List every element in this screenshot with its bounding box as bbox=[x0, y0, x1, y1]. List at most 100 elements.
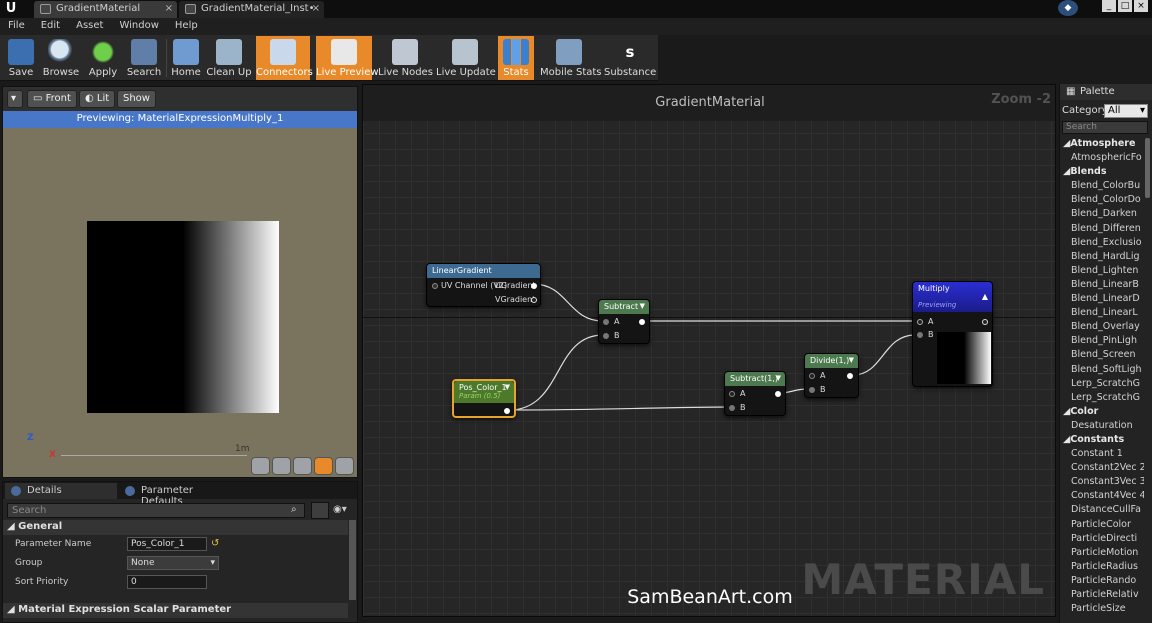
palette-scrollbar[interactable] bbox=[1145, 138, 1150, 198]
palette-item[interactable]: Blend_PinLigh bbox=[1060, 335, 1144, 349]
output-pin[interactable] bbox=[982, 319, 988, 325]
palette-item[interactable]: Blend_Overlay bbox=[1060, 321, 1144, 335]
category-combo[interactable]: All ▾ bbox=[1104, 104, 1148, 118]
close-tab-icon[interactable]: × bbox=[312, 3, 320, 14]
close-tab-icon[interactable]: × bbox=[165, 3, 173, 14]
visibility-eye-icon[interactable]: ◉▾ bbox=[333, 504, 347, 515]
maximize-icon[interactable]: □ bbox=[1118, 0, 1132, 12]
palette-item[interactable]: Blend_Exclusio bbox=[1060, 237, 1144, 251]
palette-item[interactable]: ParticleColor bbox=[1060, 519, 1144, 533]
sort-priority-field[interactable]: 0 bbox=[127, 575, 207, 589]
palette-item[interactable]: ParticleSize bbox=[1060, 603, 1144, 617]
collapse-arrow-icon[interactable]: ▼ bbox=[505, 383, 510, 391]
palette-item[interactable]: Blend_ColorBu bbox=[1060, 180, 1144, 194]
preview-viewport[interactable]: ▾ ▭ Front ◐ Lit Show Previewing: Materia… bbox=[2, 86, 358, 478]
live-nodes-button[interactable]: Live Nodes bbox=[378, 36, 433, 80]
output-pin[interactable] bbox=[531, 283, 537, 289]
search-button[interactable]: Search bbox=[126, 36, 162, 80]
tab-parameter-defaults[interactable]: Parameter Defaults bbox=[119, 483, 231, 507]
subtract-node[interactable]: Subtract ▼ A B bbox=[598, 299, 650, 344]
palette-item[interactable]: Constant2Vec 2 bbox=[1060, 462, 1144, 476]
divide-one-node[interactable]: Divide(1,) ▼ A B bbox=[804, 353, 859, 398]
plane-mesh-icon[interactable] bbox=[293, 457, 312, 475]
input-pin-b[interactable] bbox=[809, 387, 815, 393]
palette-category[interactable]: ◢Color bbox=[1060, 406, 1144, 420]
mobile-stats-button[interactable]: Mobile Stats bbox=[540, 36, 602, 80]
minimize-icon[interactable]: _ bbox=[1102, 0, 1116, 12]
linear-gradient-node[interactable]: LinearGradient UV Channel (V2) UGradient… bbox=[426, 263, 541, 307]
palette-item[interactable]: Constant 1 bbox=[1060, 448, 1144, 462]
menu-edit[interactable]: Edit bbox=[33, 18, 68, 35]
menu-help[interactable]: Help bbox=[167, 18, 206, 35]
stats-button[interactable]: Stats bbox=[498, 36, 534, 80]
palette-category[interactable]: ◢Blends bbox=[1060, 166, 1144, 180]
palette-item[interactable]: ParticleRadius bbox=[1060, 561, 1144, 575]
source-control-icon[interactable]: ◆ bbox=[1058, 0, 1078, 16]
input-pin-a[interactable] bbox=[809, 373, 815, 379]
input-pin[interactable] bbox=[432, 283, 438, 289]
browse-button[interactable]: Browse bbox=[42, 36, 80, 80]
reset-to-default-icon[interactable]: ↺ bbox=[211, 538, 219, 549]
palette-item[interactable]: Blend_HardLig bbox=[1060, 251, 1144, 265]
palette-item[interactable]: Blend_Lighten bbox=[1060, 265, 1144, 279]
tab-gradient-material-inst[interactable]: GradientMaterial_Inst• × bbox=[179, 1, 324, 18]
palette-item[interactable]: Blend_LinearB bbox=[1060, 279, 1144, 293]
home-button[interactable]: Home bbox=[170, 36, 202, 80]
palette-item[interactable]: Lerp_ScratchG bbox=[1060, 378, 1144, 392]
collapse-arrow-icon[interactable]: ▲ bbox=[982, 292, 988, 301]
lit-mode-button[interactable]: ◐ Lit bbox=[79, 90, 116, 108]
clean-up-button[interactable]: Clean Up bbox=[206, 36, 252, 80]
input-pin-b[interactable] bbox=[917, 332, 923, 338]
details-search-input[interactable]: Search bbox=[7, 503, 305, 518]
palette-search-input[interactable]: Search bbox=[1062, 121, 1148, 134]
view-mode-front-button[interactable]: ▭ Front bbox=[27, 90, 77, 108]
menu-asset[interactable]: Asset bbox=[68, 18, 111, 35]
palette-category[interactable]: ◢Constants bbox=[1060, 434, 1144, 448]
viewport-options-button[interactable]: ▾ bbox=[7, 90, 23, 108]
input-pin-a[interactable] bbox=[917, 319, 923, 325]
close-window-icon[interactable]: × bbox=[1134, 0, 1148, 12]
connectors-button[interactable]: Connectors bbox=[256, 36, 313, 80]
palette-item[interactable]: Lerp_ScratchG bbox=[1060, 392, 1144, 406]
input-pin-a[interactable] bbox=[729, 391, 735, 397]
palette-item[interactable]: Blend_Screen bbox=[1060, 349, 1144, 363]
palette-item[interactable]: ParticleDirecti bbox=[1060, 533, 1144, 547]
substance-button[interactable]: s Substance bbox=[604, 36, 656, 80]
palette-tab[interactable]: ▦ Palette bbox=[1060, 84, 1152, 100]
sphere-mesh-icon[interactable] bbox=[272, 457, 291, 475]
subtract-one-node[interactable]: Subtract(1,) ▼ A B bbox=[724, 371, 786, 416]
palette-item[interactable]: AtmosphericFo bbox=[1060, 152, 1144, 166]
cube-mesh-icon[interactable] bbox=[314, 457, 333, 475]
apply-button[interactable]: Apply bbox=[86, 36, 120, 80]
save-button[interactable]: Save bbox=[4, 36, 38, 80]
tab-details[interactable]: Details bbox=[5, 483, 117, 499]
pos-color-parameter-node[interactable]: Pos_Color_1 ▼ Param (0.5) bbox=[452, 379, 516, 418]
output-pin[interactable] bbox=[504, 408, 510, 414]
collapse-arrow-icon[interactable]: ▼ bbox=[849, 356, 854, 364]
palette-item[interactable]: Blend_LinearD bbox=[1060, 293, 1144, 307]
menu-window[interactable]: Window bbox=[111, 18, 166, 35]
output-pin[interactable] bbox=[531, 297, 537, 303]
palette-item[interactable]: DistanceCullFa bbox=[1060, 504, 1144, 518]
group-combo[interactable]: None ▾ bbox=[127, 556, 219, 570]
input-pin-b[interactable] bbox=[729, 405, 735, 411]
palette-item[interactable]: Blend_Darken bbox=[1060, 208, 1144, 222]
palette-item[interactable]: ParticleRelativ bbox=[1060, 589, 1144, 603]
palette-item[interactable]: Blend_Differen bbox=[1060, 223, 1144, 237]
palette-item[interactable]: ParticleMotion bbox=[1060, 547, 1144, 561]
output-pin[interactable] bbox=[775, 391, 781, 397]
menu-file[interactable]: File bbox=[0, 18, 33, 35]
multiply-node[interactable]: Multiply ▲ Previewing A B bbox=[912, 281, 993, 387]
material-graph-canvas[interactable]: GradientMaterial Zoom -2 LinearGradient … bbox=[362, 84, 1056, 617]
live-update-button[interactable]: Live Update bbox=[436, 36, 496, 80]
palette-item[interactable]: Desaturation bbox=[1060, 420, 1144, 434]
palette-item[interactable]: Constant4Vec 4 bbox=[1060, 490, 1144, 504]
scalar-parameter-section-header[interactable]: ◢ Material Expression Scalar Parameter bbox=[3, 603, 348, 618]
palette-item[interactable]: Constant3Vec 3 bbox=[1060, 476, 1144, 490]
palette-item[interactable]: Blend_ColorDo bbox=[1060, 194, 1144, 208]
input-pin-b[interactable] bbox=[603, 333, 609, 339]
palette-item[interactable]: Blend_SoftLigh bbox=[1060, 364, 1144, 378]
tab-gradient-material[interactable]: GradientMaterial × bbox=[34, 1, 177, 18]
parameter-name-field[interactable]: Pos_Color_1 bbox=[127, 537, 207, 551]
general-section-header[interactable]: ◢ General bbox=[3, 520, 348, 535]
